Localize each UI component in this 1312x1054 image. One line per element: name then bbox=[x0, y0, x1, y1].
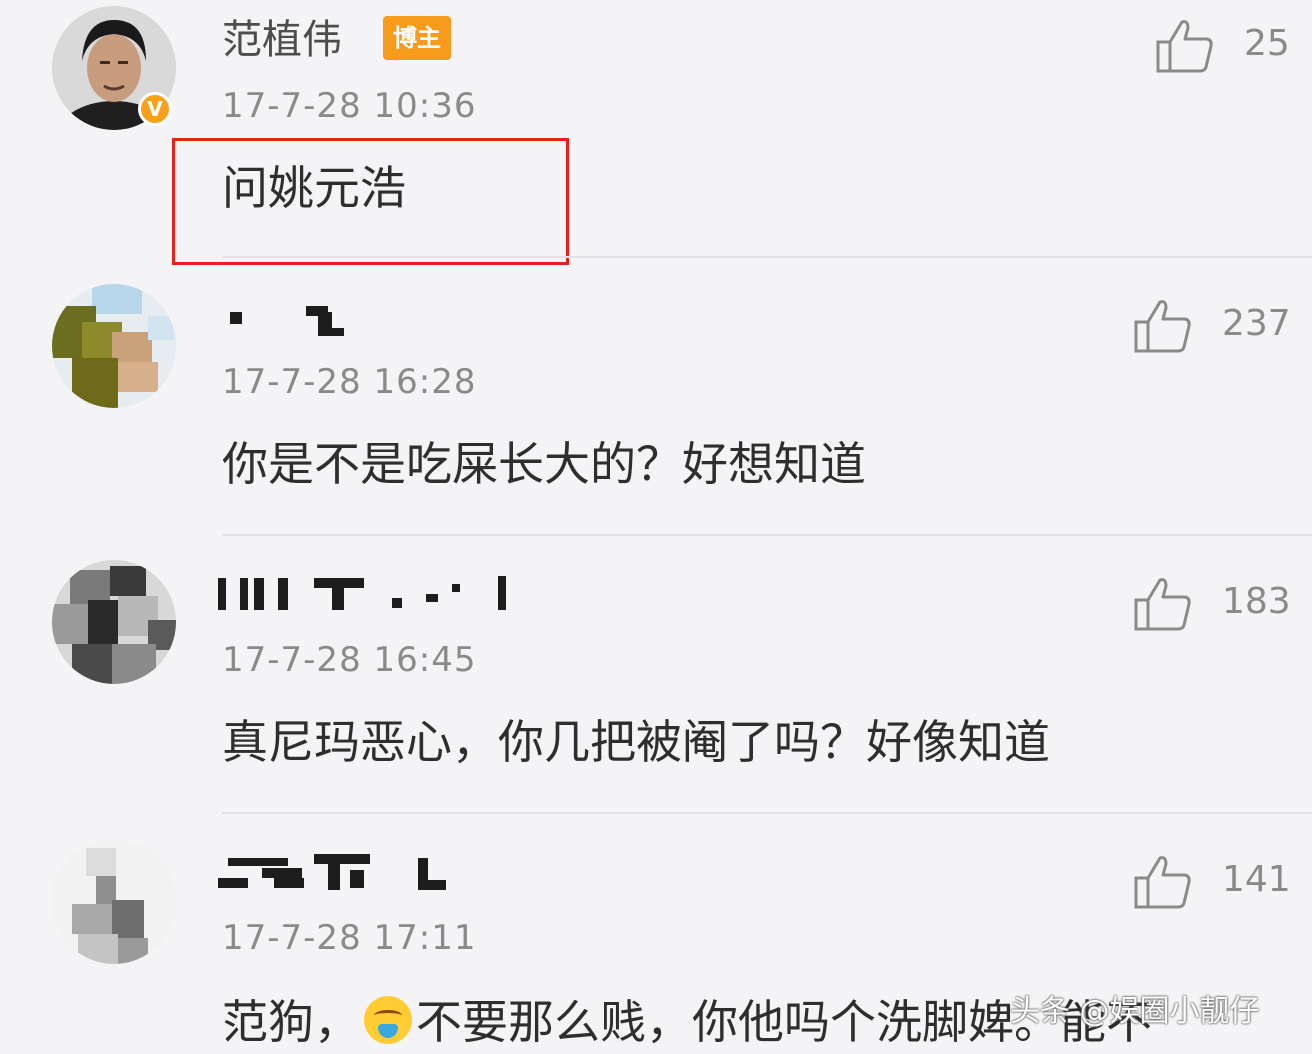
timestamp: 17-7-28 17:11 bbox=[222, 918, 477, 958]
comment-item: 17-7-28 16:45 真尼玛恶心，你几把被阉了吗？好像知道 183 bbox=[0, 548, 1312, 818]
username-blurred[interactable] bbox=[218, 576, 518, 612]
timestamp: 17-7-28 16:28 bbox=[222, 362, 477, 402]
like-count: 141 bbox=[1222, 859, 1291, 900]
comment-thread: V 范植伟 博主 17-7-28 10:36 问姚元浩 25 17-7-28 1… bbox=[0, 0, 1312, 1054]
divider bbox=[222, 256, 1312, 258]
timestamp: 17-7-28 10:36 bbox=[222, 86, 477, 126]
vomiting-face-icon bbox=[364, 996, 412, 1044]
like-count: 25 bbox=[1244, 23, 1290, 64]
highlight-box bbox=[172, 138, 569, 265]
thumbs-up-icon[interactable] bbox=[1133, 298, 1193, 354]
thumbs-up-icon[interactable] bbox=[1133, 576, 1193, 632]
avatar[interactable] bbox=[52, 284, 176, 408]
like-count: 237 bbox=[1222, 303, 1291, 344]
divider bbox=[222, 812, 1312, 814]
comment-text-part: 范狗， bbox=[222, 995, 360, 1049]
comment-text: 真尼玛恶心，你几把被阉了吗？好像知道 bbox=[222, 715, 1050, 769]
thumbs-up-icon[interactable] bbox=[1155, 18, 1215, 74]
watermark: 头条 @娱圈小靓仔 bbox=[1010, 994, 1260, 1029]
comment-item: 17-7-28 16:28 你是不是吃屎长大的？好想知道 237 bbox=[0, 270, 1312, 538]
thumbs-up-icon[interactable] bbox=[1133, 854, 1193, 910]
like-count: 183 bbox=[1222, 581, 1291, 622]
divider bbox=[222, 534, 1312, 536]
username-blurred[interactable] bbox=[218, 854, 458, 894]
comment-text: 你是不是吃屎长大的？好想知道 bbox=[222, 437, 866, 491]
blogger-badge: 博主 bbox=[383, 16, 451, 60]
comment-item: V 范植伟 博主 17-7-28 10:36 问姚元浩 25 bbox=[0, 0, 1312, 270]
avatar[interactable] bbox=[52, 840, 176, 964]
timestamp: 17-7-28 16:45 bbox=[222, 640, 477, 680]
username-blurred[interactable] bbox=[218, 306, 358, 336]
avatar[interactable] bbox=[52, 560, 176, 684]
verified-icon: V bbox=[138, 92, 172, 126]
username[interactable]: 范植伟 bbox=[222, 16, 342, 64]
